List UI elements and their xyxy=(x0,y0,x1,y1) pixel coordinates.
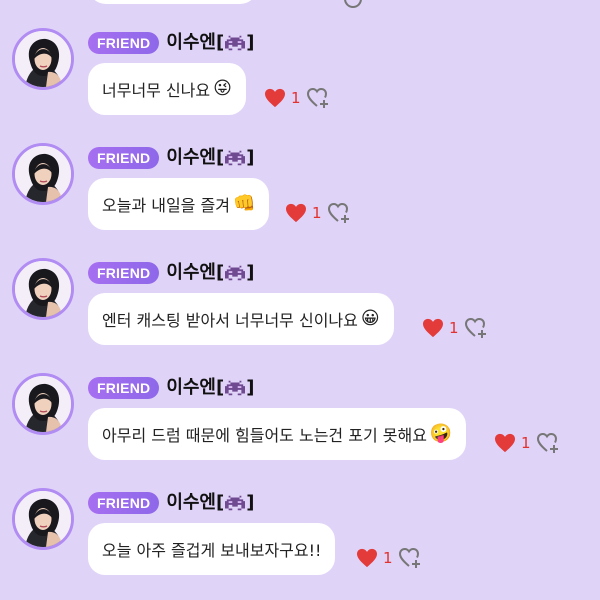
grinning-face-emoji-icon: 😀 xyxy=(360,308,380,329)
space-invader-icon xyxy=(225,380,246,396)
space-invader-icon xyxy=(225,150,246,166)
message-text: 너무너무 신나요 xyxy=(102,81,211,100)
profile-photo-icon xyxy=(15,376,71,432)
message-feed: FRIEND 이수엔[ ] 너무너무 신나요 😜 1 FRIEND 이수엔 [… xyxy=(0,0,600,600)
reaction-group: 1 xyxy=(264,86,330,110)
space-invader-icon xyxy=(225,495,246,511)
username[interactable]: 이수엔[ ] xyxy=(166,147,254,169)
heart-icon[interactable] xyxy=(264,88,286,108)
reaction-group: 1 xyxy=(356,546,422,570)
message-bubble[interactable]: 너무너무 신나요 😜 xyxy=(88,63,246,115)
like-count: 1 xyxy=(521,434,531,452)
list-item: FRIEND 이수엔[ ] 엔터 캐스팅 받아서 너무너무 신이나요 😀 1 xyxy=(0,258,600,368)
username[interactable]: 이수엔[ ] xyxy=(166,377,254,399)
message-bubble[interactable]: 오늘 아주 즐겁게 보내보자구요!! xyxy=(88,523,336,575)
username-text: 이수엔 xyxy=(166,262,216,283)
username[interactable]: 이수엔[ ] xyxy=(166,262,254,284)
username[interactable]: 이수엔[ ] xyxy=(166,492,254,514)
username[interactable]: 이수엔[ ] xyxy=(166,32,254,54)
add-reaction-icon[interactable] xyxy=(306,87,330,109)
winking-tongue-emoji-icon: 😜 xyxy=(213,78,232,99)
space-invader-icon xyxy=(225,265,246,281)
like-count: 1 xyxy=(449,319,459,337)
reaction-group: 1 xyxy=(285,201,351,225)
message-header: FRIEND 이수엔[ ] xyxy=(88,145,254,171)
add-reaction-icon[interactable] xyxy=(536,432,560,454)
friend-badge: FRIEND xyxy=(88,492,160,514)
like-count: 1 xyxy=(383,549,393,567)
like-count: 1 xyxy=(312,204,322,222)
add-reaction-icon[interactable] xyxy=(327,202,351,224)
profile-photo-icon xyxy=(15,491,71,547)
profile-photo-icon xyxy=(15,261,71,317)
heart-icon[interactable] xyxy=(494,433,516,453)
profile-photo-icon xyxy=(15,146,71,202)
heart-icon[interactable] xyxy=(356,548,378,568)
message-header: FRIEND 이수엔[ ] xyxy=(88,490,254,516)
username-text: 이수엔 xyxy=(166,32,216,53)
message-text: 엔터 캐스팅 받아서 너무너무 신이나요 xyxy=(102,311,358,330)
friend-badge: FRIEND xyxy=(88,262,160,284)
message-header: FRIEND 이수엔[ ] xyxy=(88,260,254,286)
username-text: 이수엔 xyxy=(166,377,216,398)
add-reaction-icon[interactable] xyxy=(464,317,488,339)
avatar[interactable] xyxy=(12,143,74,205)
reaction-group: 1 xyxy=(494,431,560,455)
message-header: FRIEND 이수엔[ ] xyxy=(88,375,254,401)
heart-icon[interactable] xyxy=(422,318,444,338)
message-bubble[interactable]: 엔터 캐스팅 받아서 너무너무 신이나요 😀 xyxy=(88,293,394,345)
heart-icon[interactable] xyxy=(285,203,307,223)
message-text: 오늘과 내일을 즐겨 xyxy=(102,196,230,215)
message-header: FRIEND 이수엔[ ] xyxy=(88,30,254,56)
add-reaction-icon[interactable] xyxy=(398,547,422,569)
message-bubble[interactable]: 오늘과 내일을 즐겨 👊 xyxy=(88,178,270,230)
list-item: FRIEND 이수엔[ ] 너무너무 신나요 😜 1 xyxy=(0,28,600,138)
reaction-group: 1 xyxy=(422,316,488,340)
fist-emoji-icon: 👊 xyxy=(232,193,256,214)
username-text: 이수엔 xyxy=(166,492,216,513)
message-bubble[interactable]: 아무리 드럼 때문에 힘들어도 노는건 포기 못해요 🤪 xyxy=(88,408,467,460)
friend-badge: FRIEND xyxy=(88,147,160,169)
username-text: 이수엔 xyxy=(166,147,216,168)
message-text: 아무리 드럼 때문에 힘들어도 노는건 포기 못해요 xyxy=(102,426,427,445)
profile-photo-icon xyxy=(15,31,71,87)
list-item: FRIEND 이수엔[ ] 오늘 아주 즐겁게 보내보자구요!! 1 xyxy=(0,488,600,598)
avatar[interactable] xyxy=(12,373,74,435)
zany-face-emoji-icon: 🤪 xyxy=(429,423,453,444)
list-item: FRIEND 이수엔[ ] 아무리 드럼 때문에 힘들어도 노는건 포기 못해요… xyxy=(0,373,600,483)
avatar[interactable] xyxy=(12,258,74,320)
avatar[interactable] xyxy=(12,28,74,90)
friend-badge: FRIEND xyxy=(88,32,160,54)
like-count: 1 xyxy=(291,89,301,107)
avatar[interactable] xyxy=(12,488,74,550)
friend-badge: FRIEND xyxy=(88,377,160,399)
space-invader-icon xyxy=(225,35,246,51)
message-text: 오늘 아주 즐겁게 보내보자구요!! xyxy=(102,541,322,560)
list-item: FRIEND 이수엔[ ] 오늘과 내일을 즐겨 👊 1 xyxy=(0,143,600,253)
